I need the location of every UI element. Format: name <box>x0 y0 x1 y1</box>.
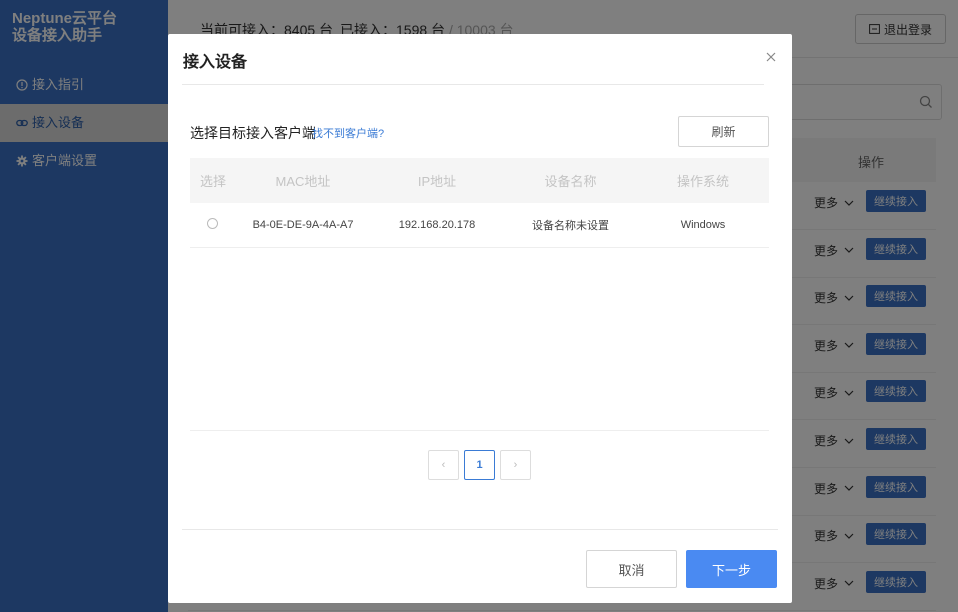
divider <box>182 529 778 530</box>
pagination: ‹ 1 › <box>428 450 531 480</box>
next-step-button[interactable]: 下一步 <box>686 550 777 588</box>
refresh-button[interactable]: 刷新 <box>678 116 769 147</box>
page-1-button[interactable]: 1 <box>464 450 495 480</box>
prev-page-button[interactable]: ‹ <box>428 450 459 480</box>
select-cell <box>190 218 236 232</box>
client-table-header: 选择 MAC地址 IP地址 设备名称 操作系统 <box>190 158 769 203</box>
column-header: MAC地址 <box>275 174 331 189</box>
table-row[interactable]: B4-0E-DE-9A-4A-A7 192.168.20.178 设备名称未设置… <box>190 203 769 248</box>
column-header: 设备名称 <box>544 174 597 189</box>
client-table: 选择 MAC地址 IP地址 设备名称 操作系统 B4-0E-DE-9A-4A-A… <box>190 158 769 248</box>
column-header: 选择 <box>200 174 227 189</box>
row-radio[interactable] <box>207 218 218 229</box>
ip-cell: 192.168.20.178 <box>398 219 476 231</box>
connect-device-modal: 接入设备 选择目标接入客户端 找不到客户端? 刷新 选择 MAC地址 IP地址 … <box>168 34 792 603</box>
divider <box>190 430 769 431</box>
os-cell: Windows <box>680 219 726 231</box>
column-header: 操作系统 <box>676 174 729 189</box>
divider <box>182 84 764 85</box>
device-name-cell: 设备名称未设置 <box>532 220 609 232</box>
next-page-button[interactable]: › <box>500 450 531 480</box>
modal-title: 接入设备 <box>183 54 248 71</box>
mac-cell: B4-0E-DE-9A-4A-A7 <box>252 219 354 231</box>
column-header: IP地址 <box>417 174 457 189</box>
help-link[interactable]: 找不到客户端? <box>312 125 384 141</box>
cancel-button[interactable]: 取消 <box>586 550 677 588</box>
close-icon[interactable] <box>764 50 778 64</box>
section-label: 选择目标接入客户端 <box>190 125 316 141</box>
